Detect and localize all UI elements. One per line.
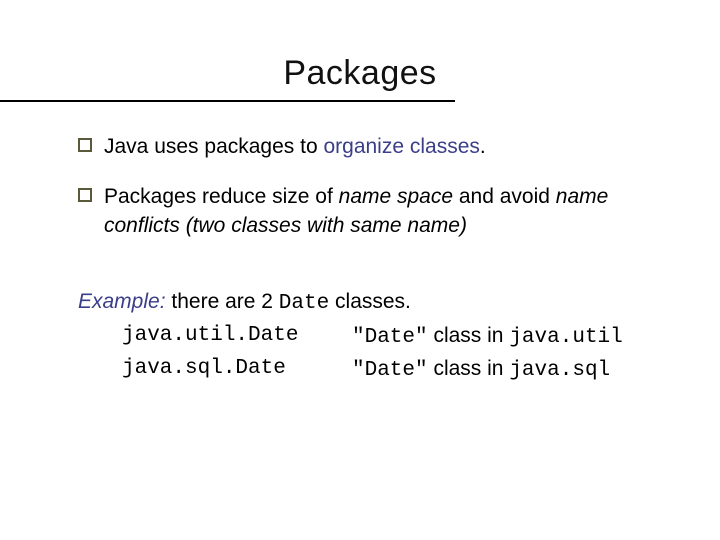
slide: Packages Java uses packages to organize … (0, 0, 720, 540)
example-desc: "Date" class in java.util (352, 320, 623, 354)
bullet-item: Packages reduce size of name space and a… (78, 183, 660, 240)
bullet-text-pre: Packages reduce size of (104, 185, 339, 208)
bullet-text-italic: name space (339, 185, 453, 208)
slide-title: Packages (0, 54, 720, 93)
example-pkg: java.util (509, 326, 622, 349)
example-block: Example: there are 2 Date classes. java.… (0, 262, 720, 387)
example-label: Example: (78, 290, 166, 313)
example-intro-code: Date (279, 292, 329, 315)
example-mid: class in (428, 324, 510, 347)
example-quote: "Date" (352, 326, 428, 349)
example-pkg: java.sql (509, 359, 610, 382)
example-intro: Example: there are 2 Date classes. (78, 286, 660, 320)
example-intro-post: classes. (329, 290, 411, 313)
example-intro-pre: there are 2 (166, 290, 279, 313)
example-quote: "Date" (352, 359, 428, 382)
bullet-item: Java uses packages to organize classes. (78, 133, 660, 161)
example-code-left: java.sql.Date (122, 353, 352, 387)
bullet-text-accent: organize classes (323, 135, 479, 158)
bullet-text-pre: Java uses packages to (104, 135, 323, 158)
bullet-text-post: . (480, 135, 486, 158)
title-underline (0, 100, 455, 102)
bullet-square-icon (78, 188, 92, 202)
example-row: java.util.Date "Date" class in java.util (78, 320, 660, 354)
title-area: Packages (0, 0, 720, 93)
bullet-square-icon (78, 138, 92, 152)
example-mid: class in (428, 357, 510, 380)
example-row: java.sql.Date "Date" class in java.sql (78, 353, 660, 387)
bullet-text-mid: and avoid (453, 185, 556, 208)
example-code-left: java.util.Date (122, 320, 352, 354)
example-desc: "Date" class in java.sql (352, 353, 610, 387)
body: Java uses packages to organize classes. … (0, 93, 720, 240)
